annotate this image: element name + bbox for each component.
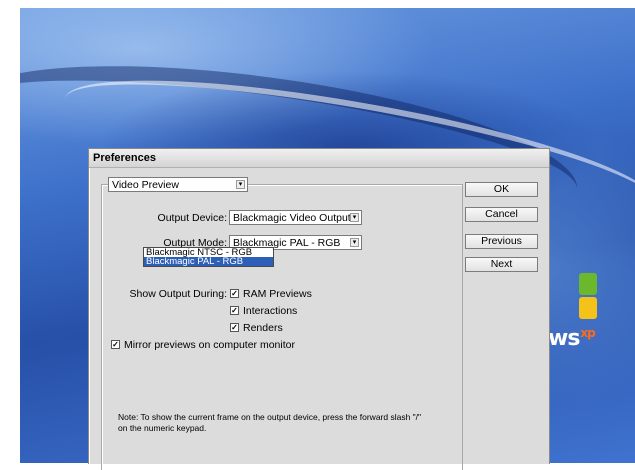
ram-previews-checkbox[interactable]: ✓ (230, 289, 239, 298)
interactions-label: Interactions (243, 305, 298, 317)
chevron-down-icon: ▾ (350, 238, 359, 247)
cancel-button[interactable]: Cancel (465, 207, 538, 222)
mirror-previews-label: Mirror previews on computer monitor (124, 339, 295, 351)
output-mode-options-list: Blackmagic NTSC - RGB Blackmagic PAL - R… (143, 247, 274, 267)
keypad-note: Note: To show the current frame on the o… (118, 412, 422, 433)
windows-brand-text: wsxp (548, 326, 596, 351)
output-device-dropdown[interactable]: Blackmagic Video Output ▾ (229, 210, 362, 225)
dialog-titlebar[interactable]: Preferences (89, 149, 549, 168)
output-device-label: Output Device: (157, 212, 227, 224)
section-dropdown-value: Video Preview (112, 179, 179, 191)
chevron-down-icon: ▾ (350, 213, 359, 222)
ok-button[interactable]: OK (465, 182, 538, 197)
preferences-dialog: Preferences Video Preview ▾ Output Devic… (88, 148, 550, 470)
interactions-checkbox[interactable]: ✓ (230, 306, 239, 315)
show-output-label: Show Output During: (129, 288, 227, 300)
option-pal[interactable]: Blackmagic PAL - RGB (144, 257, 273, 266)
next-button[interactable]: Next (465, 257, 538, 272)
section-dropdown[interactable]: Video Preview ▾ (108, 177, 248, 192)
previous-button[interactable]: Previous (465, 234, 538, 249)
output-device-value: Blackmagic Video Output (233, 212, 351, 224)
ram-previews-label: RAM Previews (243, 288, 312, 300)
mirror-previews-checkbox[interactable]: ✓ (111, 340, 120, 349)
chevron-down-icon: ▾ (236, 180, 245, 189)
windows-logo-icon (557, 273, 597, 323)
renders-checkbox[interactable]: ✓ (230, 323, 239, 332)
renders-label: Renders (243, 322, 283, 334)
dialog-title: Preferences (93, 152, 156, 164)
